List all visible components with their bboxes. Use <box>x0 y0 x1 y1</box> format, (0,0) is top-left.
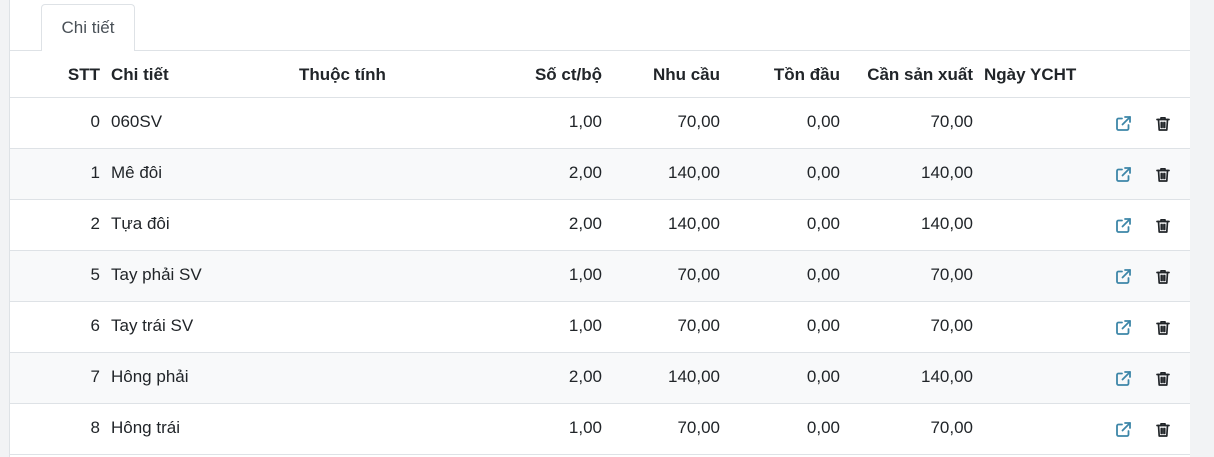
cell-can-san-xuat: 140,00 <box>921 163 973 182</box>
cell-chi-tiet: Tay trái SV <box>111 316 194 335</box>
cell-stt: 8 <box>90 418 100 437</box>
cell-nhu-cau: 70,00 <box>677 316 720 335</box>
cell-so-ct-bo: 1,00 <box>568 112 602 131</box>
header-so-ct-bo: Số ct/bộ <box>534 65 602 84</box>
cell-nhu-cau: 70,00 <box>677 265 720 284</box>
tab-chi-tiet[interactable]: Chi tiết <box>41 4 135 51</box>
external-link-icon[interactable] <box>1113 114 1133 134</box>
scrollbar-track[interactable] <box>1190 0 1214 457</box>
header-chi-tiet: Chi tiết <box>111 65 169 84</box>
cell-stt: 0 <box>90 112 100 131</box>
cell-so-ct-bo: 1,00 <box>568 265 602 284</box>
trash-icon[interactable] <box>1153 165 1173 185</box>
external-link-icon[interactable] <box>1113 216 1133 236</box>
table-row: 5 Tay phải SV 1,00 70,00 0,00 70,00 <box>10 251 1190 302</box>
trash-icon[interactable] <box>1153 369 1173 389</box>
tab-bar: Chi tiết <box>10 0 1190 51</box>
table-row: 0 060SV 1,00 70,00 0,00 70,00 <box>10 98 1190 149</box>
cell-can-san-xuat: 70,00 <box>930 418 973 437</box>
header-stt: STT <box>67 65 100 84</box>
cell-stt: 2 <box>90 214 100 233</box>
cell-stt: 1 <box>90 163 100 182</box>
cell-nhu-cau: 140,00 <box>668 214 720 233</box>
external-link-icon[interactable] <box>1113 420 1133 440</box>
cell-chi-tiet: Hông phải <box>111 367 189 386</box>
cell-nhu-cau: 70,00 <box>677 418 720 437</box>
cell-so-ct-bo: 2,00 <box>568 214 602 233</box>
header-nhu-cau: Nhu cầu <box>652 65 720 84</box>
cell-stt: 6 <box>90 316 100 335</box>
cell-nhu-cau: 140,00 <box>668 163 720 182</box>
cell-chi-tiet: Tựa đôi <box>111 214 170 233</box>
cell-nhu-cau: 70,00 <box>677 112 720 131</box>
cell-nhu-cau: 140,00 <box>668 367 720 386</box>
trash-icon[interactable] <box>1153 114 1173 134</box>
cell-so-ct-bo: 1,00 <box>568 418 602 437</box>
cell-can-san-xuat: 140,00 <box>921 214 973 233</box>
cell-ton-dau: 0,00 <box>806 265 840 284</box>
trash-icon[interactable] <box>1153 216 1173 236</box>
cell-chi-tiet: Hông trái <box>111 418 180 437</box>
header-ngay-ycht: Ngày YCHT <box>984 65 1077 84</box>
external-link-icon[interactable] <box>1113 267 1133 287</box>
cell-stt: 7 <box>90 367 100 386</box>
trash-icon[interactable] <box>1153 267 1173 287</box>
external-link-icon[interactable] <box>1113 318 1133 338</box>
trash-icon[interactable] <box>1153 420 1173 440</box>
detail-panel: Chi tiết STT Chi tiết Thuộc tính Số ct/b… <box>9 0 1191 457</box>
table-body: 0 060SV 1,00 70,00 0,00 70,00 1 Mê đôi 2… <box>10 98 1190 455</box>
trash-icon[interactable] <box>1153 318 1173 338</box>
cell-ton-dau: 0,00 <box>806 163 840 182</box>
header-can-san-xuat: Cần sản xuất <box>867 65 973 84</box>
table-row: 6 Tay trái SV 1,00 70,00 0,00 70,00 <box>10 302 1190 353</box>
cell-can-san-xuat: 70,00 <box>930 316 973 335</box>
cell-so-ct-bo: 2,00 <box>568 163 602 182</box>
external-link-icon[interactable] <box>1113 369 1133 389</box>
cell-stt: 5 <box>90 265 100 284</box>
table-header: STT Chi tiết Thuộc tính Số ct/bộ Nhu cầu… <box>10 51 1190 98</box>
cell-so-ct-bo: 2,00 <box>568 367 602 386</box>
cell-chi-tiet: Mê đôi <box>111 163 163 182</box>
header-thuoc-tinh: Thuộc tính <box>299 65 386 84</box>
external-link-icon[interactable] <box>1113 165 1133 185</box>
cell-can-san-xuat: 140,00 <box>921 367 973 386</box>
table-row: 7 Hông phải 2,00 140,00 0,00 140,00 <box>10 353 1190 404</box>
cell-can-san-xuat: 70,00 <box>930 112 973 131</box>
cell-chi-tiet: 060SV <box>111 112 163 131</box>
cell-so-ct-bo: 1,00 <box>568 316 602 335</box>
header-ton-dau: Tồn đầu <box>773 65 840 84</box>
cell-ton-dau: 0,00 <box>806 214 840 233</box>
cell-ton-dau: 0,00 <box>806 367 840 386</box>
cell-ton-dau: 0,00 <box>806 418 840 437</box>
table-row: 8 Hông trái 1,00 70,00 0,00 70,00 <box>10 404 1190 455</box>
cell-ton-dau: 0,00 <box>806 112 840 131</box>
cell-ton-dau: 0,00 <box>806 316 840 335</box>
table-row: 2 Tựa đôi 2,00 140,00 0,00 140,00 <box>10 200 1190 251</box>
table-row: 1 Mê đôi 2,00 140,00 0,00 140,00 <box>10 149 1190 200</box>
cell-chi-tiet: Tay phải SV <box>111 265 202 284</box>
cell-can-san-xuat: 70,00 <box>930 265 973 284</box>
